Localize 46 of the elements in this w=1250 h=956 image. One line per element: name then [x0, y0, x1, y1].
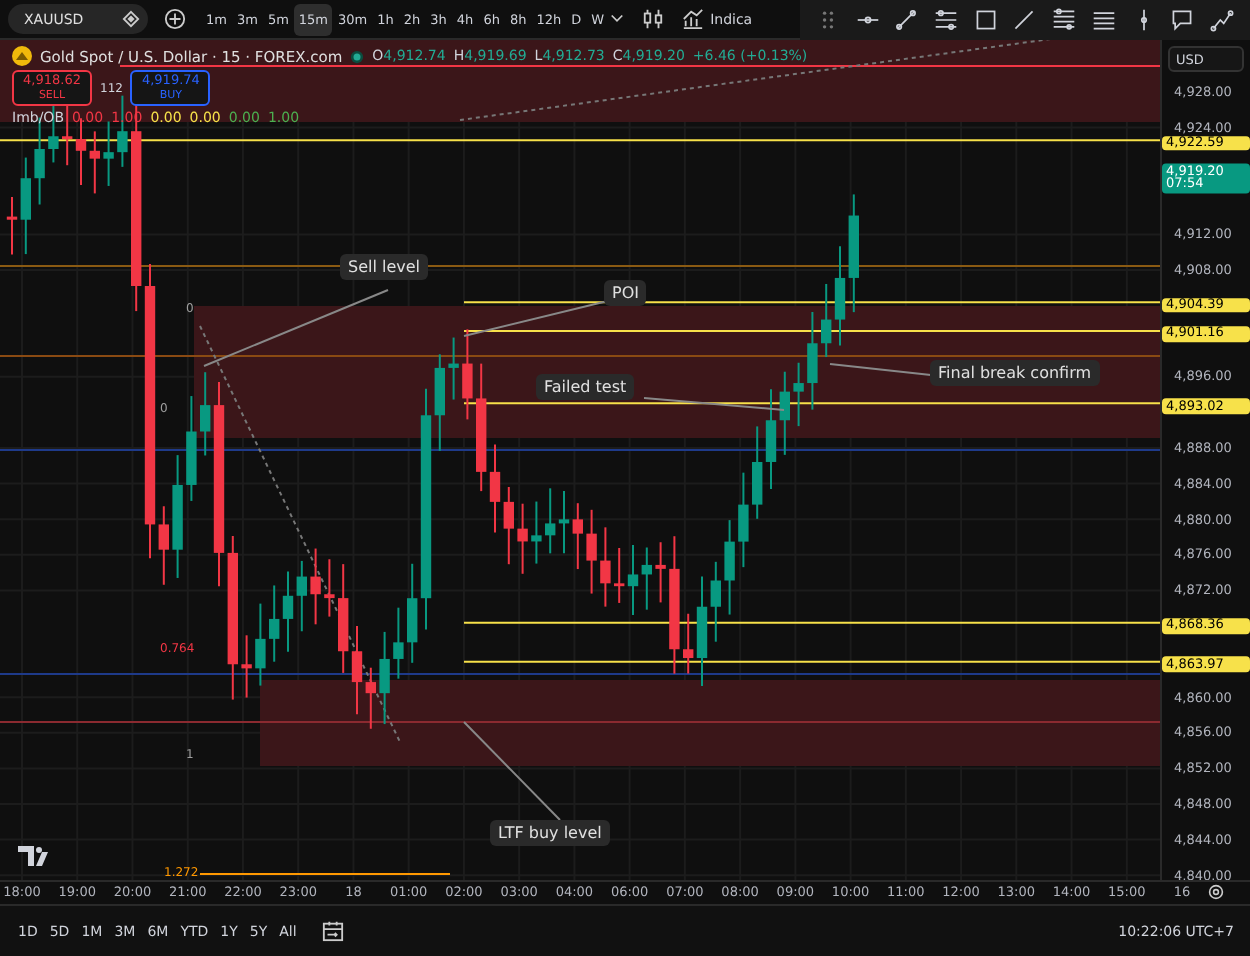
candle	[600, 526, 611, 608]
lines-icon[interactable]	[1091, 8, 1116, 32]
candle	[255, 602, 266, 687]
caret-icon[interactable]	[610, 12, 625, 26]
candle	[324, 558, 335, 618]
fib-icon[interactable]	[1052, 8, 1077, 32]
calendar-icon[interactable]	[322, 920, 345, 942]
candle	[669, 535, 680, 675]
candle	[655, 541, 666, 604]
candle	[186, 395, 197, 502]
channel-icon[interactable]	[934, 8, 959, 32]
candle	[241, 634, 252, 699]
candle	[172, 454, 183, 579]
candle	[793, 361, 804, 428]
annotation-label: Sell level	[340, 254, 429, 280]
annotation-label: LTF buy level	[490, 820, 610, 846]
line-icon[interactable]	[1012, 8, 1037, 32]
indicators-icon[interactable]	[682, 8, 705, 30]
candle	[393, 606, 404, 680]
candle	[379, 630, 390, 726]
callout-icon[interactable]	[1170, 8, 1195, 32]
candle	[586, 508, 597, 595]
leader-line	[643, 397, 785, 411]
annotation-label: POI	[604, 280, 647, 306]
candle	[531, 500, 542, 565]
candle	[310, 547, 321, 626]
leader-line	[463, 721, 561, 821]
rectangle-icon[interactable]	[973, 8, 998, 32]
candle	[103, 120, 114, 187]
annotation-label: Final break confirm	[930, 360, 1100, 386]
logo-icon	[18, 846, 48, 866]
candle	[724, 519, 735, 616]
candle	[807, 311, 818, 411]
diamond-icon	[122, 10, 140, 28]
candle	[462, 328, 473, 421]
candles-icon[interactable]	[642, 8, 665, 30]
path-icon[interactable]	[1210, 8, 1235, 32]
settings-icon[interactable]	[1208, 884, 1224, 900]
annotation-label: Failed test	[536, 374, 635, 400]
trend-line-icon[interactable]	[894, 8, 919, 32]
coin-icon	[12, 46, 32, 66]
add-icon[interactable]	[164, 8, 186, 30]
status-dot-icon	[350, 49, 365, 63]
candle	[517, 502, 528, 575]
candle	[448, 336, 459, 401]
candle	[738, 471, 749, 569]
